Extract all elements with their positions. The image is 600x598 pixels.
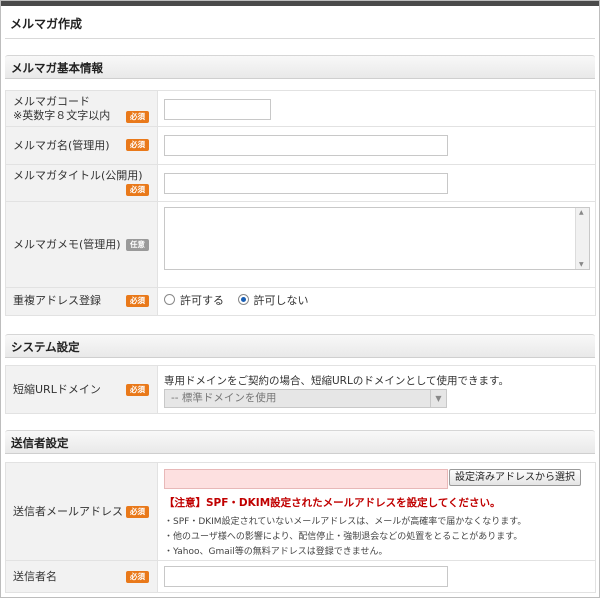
scroll-up-icon[interactable]: ▲ — [579, 209, 584, 216]
required-badge: 必須 — [126, 295, 149, 307]
system-settings-table: 短縮URLドメイン 必須 専用ドメインをご契約の場合、短縮URLのドメインとして… — [5, 365, 596, 414]
mailmag-memo-textarea[interactable]: ▲ ▼ — [164, 207, 590, 270]
field-label: 送信者メールアドレス — [13, 505, 123, 518]
scroll-down-icon[interactable]: ▼ — [579, 261, 584, 268]
warning-note: ・Yahoo、Gmail等の無料アドレスは登録できません。 — [164, 547, 388, 557]
row-sender-name: 送信者名 必須 — [5, 560, 596, 593]
radio-allow-label[interactable]: 許可する — [180, 294, 224, 307]
section-title: システム設定 — [11, 340, 80, 354]
required-badge: 必須 — [126, 184, 149, 196]
basic-info-table: メルマガコード ※英数字８文字以内 必須 メルマガ名(管理用) 必須 メルマガタ… — [5, 90, 596, 316]
field-hint: ※英数字８文字以内 — [13, 109, 111, 122]
short-url-description: 専用ドメインをご契約の場合、短縮URLのドメインとして使用できます。 — [164, 375, 509, 387]
radio-deny-label[interactable]: 許可しない — [254, 294, 309, 307]
row-mailmag-memo: メルマガメモ(管理用) 任意 ▲ ▼ — [5, 201, 596, 288]
warning-note: ・他のユーザ様への影響により、配信停止・強制退会などの処置をとることがあります。 — [164, 532, 523, 542]
field-label: 送信者名 — [13, 570, 57, 583]
section-header-system: システム設定 — [5, 334, 595, 358]
section-header-sender: 送信者設定 — [5, 430, 595, 454]
select-saved-address-button[interactable]: 設定済みアドレスから選択 — [449, 469, 581, 486]
required-badge: 必須 — [126, 139, 149, 151]
section-header-basic: メルマガ基本情報 — [5, 55, 595, 79]
sender-settings-table: 送信者メールアドレス 必須 設定済みアドレスから選択 【注意】SPF・DKIM設… — [5, 462, 596, 593]
short-url-domain-select[interactable]: -- 標準ドメインを使用 ▼ — [164, 389, 447, 408]
spf-dkim-warning: 【注意】SPF・DKIM設定されたメールアドレスを設定してください。 — [164, 497, 501, 509]
chevron-down-icon[interactable]: ▼ — [430, 390, 446, 407]
sender-name-input[interactable] — [164, 566, 448, 587]
field-label: メルマガタイトル(公開用) — [13, 169, 143, 182]
mailmag-name-input[interactable] — [164, 135, 448, 156]
mailmag-title-input[interactable] — [164, 173, 448, 194]
radio-deny[interactable] — [237, 294, 249, 305]
section-title: 送信者設定 — [11, 436, 69, 450]
radio-allow[interactable] — [164, 294, 175, 305]
duplicate-radio-group: 許可する 許可しない — [164, 288, 319, 314]
field-label: メルマガ名(管理用) — [13, 139, 110, 152]
field-label: 重複アドレス登録 — [13, 294, 101, 307]
top-border — [1, 1, 599, 6]
row-short-url-domain: 短縮URLドメイン 必須 専用ドメインをご契約の場合、短縮URLのドメインとして… — [5, 365, 596, 414]
warning-note: ・SPF・DKIM設定されていないメールアドレスは、メールが高確率で届かなくなり… — [164, 517, 527, 527]
sender-email-input[interactable] — [164, 469, 448, 489]
required-badge: 必須 — [126, 384, 149, 396]
field-label: メルマガメモ(管理用) — [13, 238, 121, 251]
page-title: メルマガ作成 — [10, 17, 83, 31]
row-mailmag-code: メルマガコード ※英数字８文字以内 必須 — [5, 90, 596, 127]
row-mailmag-name: メルマガ名(管理用) 必須 — [5, 126, 596, 165]
field-label: メルマガコード — [13, 95, 90, 108]
required-badge: 必須 — [126, 571, 149, 583]
required-badge: 必須 — [126, 506, 149, 518]
row-duplicate-address: 重複アドレス登録 必須 許可する 許可しない — [5, 287, 596, 316]
required-badge: 必須 — [126, 111, 149, 123]
divider — [5, 38, 595, 39]
optional-badge: 任意 — [126, 239, 149, 251]
textarea-scrollbar[interactable]: ▲ ▼ — [575, 208, 589, 269]
mailmag-code-input[interactable] — [164, 99, 271, 120]
row-mailmag-title: メルマガタイトル(公開用) 必須 — [5, 164, 596, 202]
section-title: メルマガ基本情報 — [11, 61, 103, 75]
field-label: 短縮URLドメイン — [13, 383, 101, 396]
form-window: メルマガ作成 メルマガ基本情報 メルマガコード ※英数字８文字以内 必須 メルマ… — [0, 0, 600, 598]
row-sender-email: 送信者メールアドレス 必須 設定済みアドレスから選択 【注意】SPF・DKIM設… — [5, 462, 596, 561]
select-value: -- 標準ドメインを使用 — [171, 392, 277, 404]
